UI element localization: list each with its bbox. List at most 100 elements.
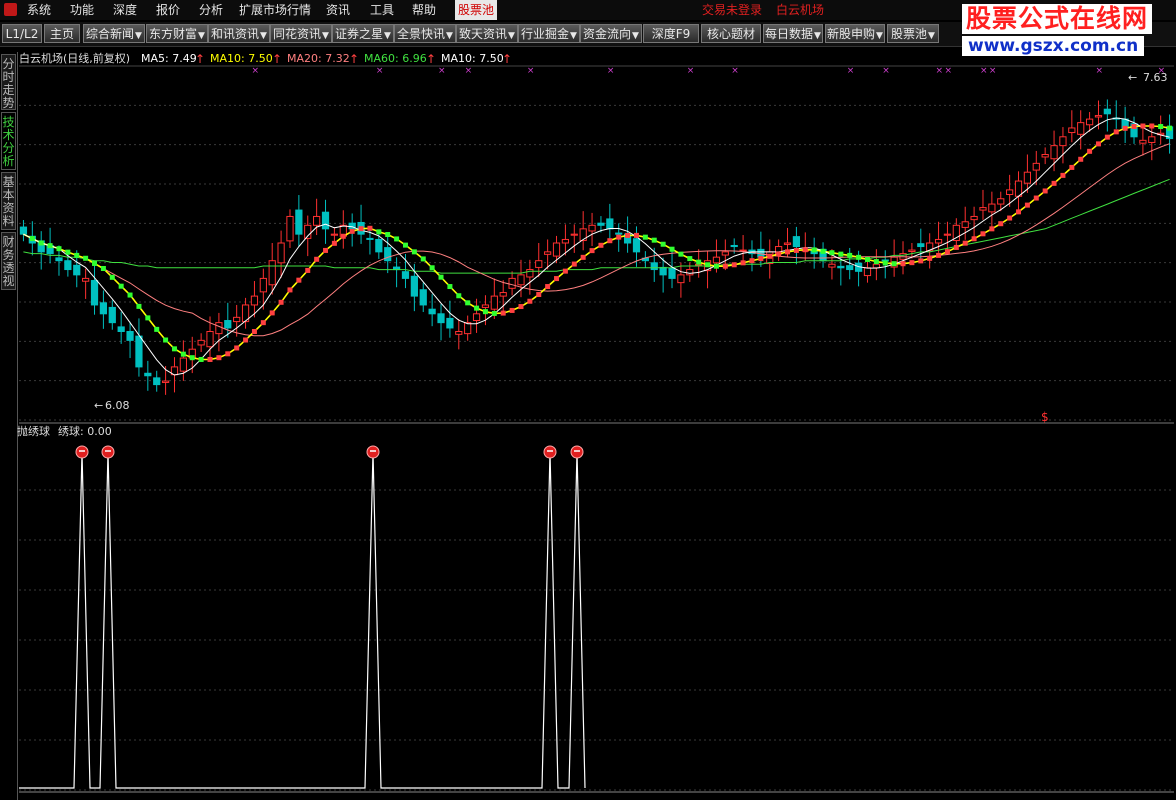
candle-body: [161, 380, 170, 383]
candle-body: [588, 224, 596, 232]
candle-body: [481, 304, 490, 308]
cross-marker: ×: [1095, 66, 1103, 76]
rise-marker: [367, 225, 373, 231]
candle-body: [419, 289, 427, 306]
candle-body: [464, 322, 472, 335]
rise-marker: [571, 261, 577, 267]
candle-body: [499, 292, 507, 297]
rise-marker: [554, 276, 560, 282]
candle-body: [286, 215, 294, 242]
candle-body: [321, 211, 330, 230]
candle-body: [1103, 108, 1111, 115]
candle-body: [828, 263, 836, 268]
candle-body: [1085, 118, 1094, 126]
ball-icon: [366, 445, 380, 459]
fall-marker: [882, 260, 888, 266]
rise-marker: [216, 355, 222, 361]
cross-marker: ×: [944, 66, 952, 76]
candle-body: [179, 357, 187, 372]
rise-marker: [225, 351, 231, 357]
candle-body: [233, 316, 241, 323]
candle-body: [535, 260, 543, 268]
fall-marker: [829, 250, 835, 256]
candle-body: [197, 339, 205, 346]
rise-marker: [900, 261, 906, 267]
rise-marker: [207, 356, 213, 362]
fall-marker: [429, 265, 435, 271]
candle-body: [108, 306, 116, 324]
candle-body: [668, 267, 676, 279]
fall-marker: [420, 256, 426, 262]
candle-body: [606, 218, 614, 230]
rise-marker: [1060, 172, 1066, 178]
fall-marker: [385, 232, 391, 238]
ball-icon: [543, 445, 557, 459]
rise-marker: [562, 268, 568, 274]
rise-marker: [758, 256, 764, 262]
candle-body: [1050, 145, 1058, 160]
cross-markers: × × × × × × × × × × × × × × × ×: [251, 66, 1165, 76]
candle-body: [730, 244, 738, 248]
candle-body: [64, 260, 72, 271]
candle-body: [437, 313, 445, 324]
cross-marker: ×: [847, 66, 855, 76]
candle-body: [82, 277, 90, 282]
cross-marker: ×: [376, 66, 384, 76]
fall-marker: [411, 249, 417, 255]
fall-marker: [154, 326, 160, 332]
candle-body: [224, 320, 232, 329]
candle-body: [615, 232, 623, 235]
candle-body: [135, 335, 143, 368]
rise-marker: [269, 310, 275, 316]
candle-body: [943, 233, 952, 236]
cross-marker: ×: [251, 66, 259, 76]
fall-marker: [447, 284, 453, 290]
fall-marker: [189, 355, 195, 361]
fall-marker: [642, 234, 648, 240]
rise-marker: [1131, 124, 1137, 130]
candle-body: [1006, 189, 1014, 196]
candle-body: [650, 262, 658, 271]
candle-body: [783, 242, 792, 245]
fall-marker: [402, 242, 408, 248]
candle-body: [570, 233, 578, 236]
candle-body: [401, 271, 410, 279]
candle-body: [384, 247, 392, 262]
fall-marker: [83, 255, 89, 261]
candle-body: [561, 238, 570, 244]
candle-body: [917, 243, 925, 248]
candle-body: [295, 209, 303, 235]
candle-body: [526, 269, 534, 278]
fall-marker: [651, 237, 657, 243]
rise-marker: [331, 240, 337, 246]
cross-marker: ×: [882, 66, 890, 76]
kline-chart[interactable]: × × × × × × × × × × × × × × × × 6.08 ← 7.63 ← $: [0, 0, 1176, 800]
fall-marker: [1158, 124, 1164, 130]
cross-marker: ×: [607, 66, 615, 76]
rise-marker: [589, 248, 595, 254]
rise-marker: [776, 251, 782, 257]
rise-marker: [340, 233, 346, 239]
cross-marker: ×: [687, 66, 695, 76]
rise-marker: [918, 258, 924, 264]
fall-marker: [438, 274, 444, 280]
candle-body: [632, 238, 641, 253]
rise-marker: [785, 249, 791, 255]
rise-marker: [971, 236, 977, 242]
rise-marker: [1024, 202, 1030, 208]
moving-average-lines: [23, 117, 1170, 376]
fall-marker: [1167, 125, 1173, 131]
rise-marker: [287, 287, 293, 293]
fall-marker: [696, 259, 702, 265]
candle-body: [472, 313, 481, 322]
candle-body: [1068, 127, 1076, 134]
fall-marker: [856, 254, 862, 260]
candle-body: [659, 266, 667, 276]
candle-body: [1148, 136, 1156, 143]
cross-marker: ×: [731, 66, 739, 76]
high-price-label: 7.63: [1143, 71, 1168, 84]
low-price-label: 6.08: [105, 399, 130, 412]
candle-body: [455, 331, 463, 335]
candle-body: [908, 249, 916, 252]
rise-marker: [518, 304, 524, 310]
